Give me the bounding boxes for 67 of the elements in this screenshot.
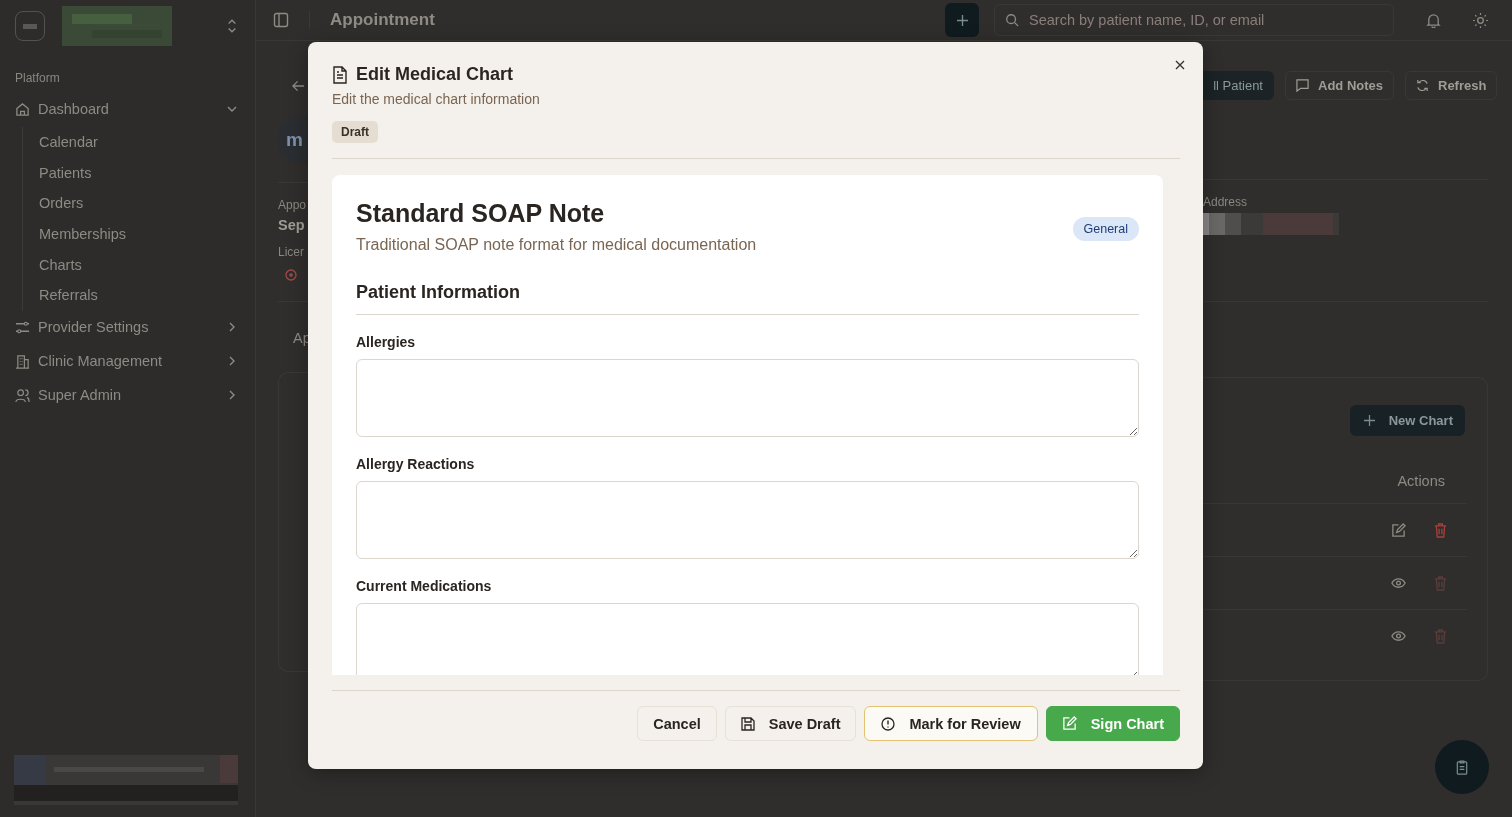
new-chart-button[interactable]: New Chart [1349,405,1465,436]
nav-subitem[interactable]: Orders [39,188,241,220]
logo-icon [15,11,45,41]
clipboard-icon [1456,759,1468,775]
section-heading: Patient Information [356,282,1139,315]
refresh-icon [1416,79,1429,92]
refresh-button[interactable]: Refresh [1405,71,1498,100]
edit-icon [1061,716,1077,731]
call-button[interactable]: ll Patient [1203,71,1274,100]
field-label: Allergy Reactions [356,456,476,472]
close-icon [1175,60,1185,70]
mark-for-review-button[interactable]: Mark for Review [864,706,1038,741]
floating-action-button[interactable] [1435,740,1489,794]
back-arrow-icon[interactable] [292,80,305,92]
field-label: Licer [278,245,304,259]
nav-item[interactable]: Super Admin [14,379,241,412]
nav-subitem[interactable]: Referrals [39,280,241,312]
field-label: Current Medications [356,578,493,594]
sun-icon[interactable] [1473,12,1488,28]
nav-item[interactable]: Provider Settings [14,311,241,344]
search-icon [1005,13,1019,27]
dialog-title: Edit Medical Chart [356,64,514,85]
plus-icon [956,14,968,26]
nav-subitem[interactable]: Memberships [39,219,241,250]
plus-icon [1363,415,1375,426]
field-label: Appo [278,198,307,212]
field-label: Allergies [356,334,417,350]
alert-circle-icon [881,716,896,731]
field-label: Address [1203,195,1249,209]
nav-subitem[interactable]: Calendar [39,127,241,158]
add-notes-button[interactable]: Add Notes [1285,71,1394,100]
sign-chart-button[interactable]: Sign Chart [1045,706,1180,741]
save-draft-button[interactable]: Save Draft [724,706,857,741]
x-circle-icon [285,269,297,281]
template-title: Standard SOAP Note [356,199,606,228]
eye-icon[interactable] [1391,577,1406,589]
document-icon [332,65,348,84]
template-description: Traditional SOAP note format for medical documentation [356,236,757,254]
chevron-up-down-icon[interactable] [227,19,237,33]
users-icon [15,387,30,403]
category-badge: General [1072,217,1139,241]
close-button[interactable] [1174,59,1186,71]
edit-icon[interactable] [1391,522,1406,538]
comment-icon [1296,79,1309,92]
bell-icon[interactable] [1426,12,1441,28]
search-field[interactable]: Search by patient name, ID, or email [994,4,1394,36]
cancel-button[interactable]: Cancel [637,706,717,741]
chevron-down-icon [227,104,237,114]
chevron-right-icon [227,322,237,333]
nav-item[interactable]: Clinic Management [14,345,241,378]
nav-subitem[interactable]: Charts [39,249,241,281]
trash-icon[interactable] [1434,522,1447,538]
dialog-subtitle: Edit the medical chart information [332,91,541,107]
sidebar-toggle-icon[interactable] [273,12,289,28]
status-badge: Draft [332,121,378,143]
home-icon [15,101,30,117]
nav-subitem[interactable]: Patients [39,157,241,189]
building-icon [15,353,30,369]
chevron-right-icon [227,390,237,401]
section-label: Platform [15,71,61,85]
eye-icon[interactable] [1391,630,1406,642]
column-header: Actions [1397,473,1445,491]
page-title: Appointment [330,10,435,30]
sliders-icon [15,319,30,335]
nav-item[interactable]: Dashboard [14,93,241,125]
field-value: Sep [278,217,305,233]
chevron-right-icon [227,356,237,367]
